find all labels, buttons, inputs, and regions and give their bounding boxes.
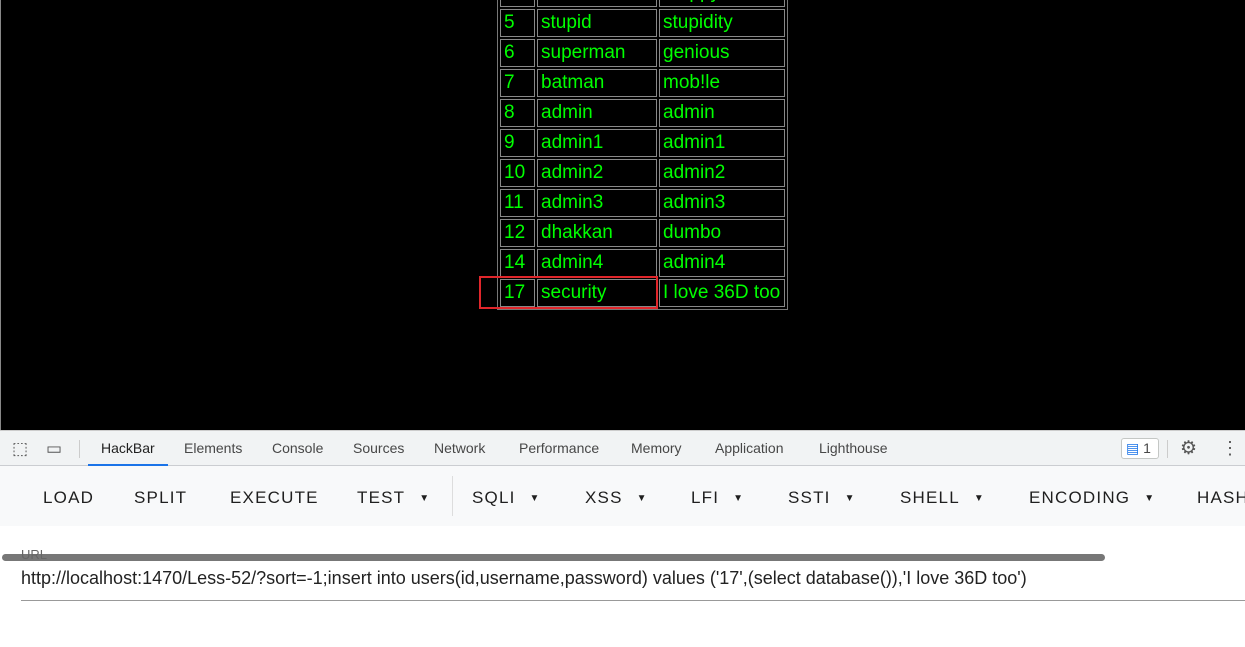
ssti-button[interactable]: SSTI ▼ — [788, 488, 856, 508]
horizontal-scrollbar[interactable] — [2, 554, 1105, 561]
password-cell: crappy — [659, 0, 785, 7]
table-row: 8 admin admin — [500, 99, 785, 127]
username-cell: dhakkan — [537, 219, 657, 247]
tab-elements[interactable]: Elements — [184, 431, 242, 466]
dropdown-caret-icon: ▼ — [419, 493, 431, 505]
password-cell: mob!le — [659, 69, 785, 97]
issues-badge[interactable]: ▤ 1 — [1121, 438, 1159, 459]
id-cell: 5 — [500, 9, 535, 37]
tab-memory[interactable]: Memory — [631, 431, 682, 466]
table-row: 5 stupid stupidity — [500, 9, 785, 37]
dropdown-caret-icon: ▼ — [844, 493, 856, 505]
username-cell: admin — [537, 99, 657, 127]
xss-button[interactable]: XSS ▼ — [585, 488, 648, 508]
username-cell: stupid — [537, 9, 657, 37]
password-cell: stupidity — [659, 9, 785, 37]
sqli-button[interactable]: SQLI ▼ — [472, 488, 541, 508]
split-button[interactable]: SPLIT — [134, 488, 187, 508]
url-label: URL — [21, 547, 48, 562]
table-row: 11 admin3 admin3 — [500, 189, 785, 217]
web-page: 4securecrappy5stupidstupidity6supermange… — [0, 0, 1245, 430]
table-row: 12 dhakkan dumbo — [500, 219, 785, 247]
id-cell: 4 — [500, 0, 535, 7]
users-table: 4securecrappy5stupidstupidity6supermange… — [497, 0, 788, 310]
message-icon: ▤ — [1126, 440, 1140, 456]
dropdown-caret-icon: ▼ — [529, 493, 541, 505]
id-cell: 7 — [500, 69, 535, 97]
password-cell: genious — [659, 39, 785, 67]
username-cell: admin2 — [537, 159, 657, 187]
id-cell: 12 — [500, 219, 535, 247]
dropdown-caret-icon: ▼ — [1144, 493, 1156, 505]
tab-network[interactable]: Network — [434, 431, 485, 466]
username-cell: admin4 — [537, 249, 657, 277]
password-cell: admin3 — [659, 189, 785, 217]
dropdown-caret-icon: ▼ — [733, 493, 745, 505]
id-cell: 14 — [500, 249, 535, 277]
execute-button[interactable]: EXECUTE — [230, 488, 319, 508]
username-cell: admin3 — [537, 189, 657, 217]
tab-hackbar[interactable]: HackBar — [88, 431, 168, 466]
table-row: 6 superman genious — [500, 39, 785, 67]
id-cell: 9 — [500, 129, 535, 157]
id-cell: 10 — [500, 159, 535, 187]
password-cell: admin4 — [659, 249, 785, 277]
tab-performance[interactable]: Performance — [519, 431, 599, 466]
devtools-tabbar: ⬚ ▭ HackBar Elements Console Sources Network… — [0, 431, 1245, 466]
username-cell: batman — [537, 69, 657, 97]
password-cell: I love 36D too — [659, 279, 785, 307]
password-cell: admin2 — [659, 159, 785, 187]
id-cell: 8 — [500, 99, 535, 127]
tab-console[interactable]: Console — [272, 431, 323, 466]
url-input[interactable]: http://localhost:1470/Less-52/?sort=-1;i… — [21, 568, 1027, 589]
dropdown-caret-icon: ▼ — [636, 493, 648, 505]
table-row: 9 admin1 admin1 — [500, 129, 785, 157]
table-row: 10 admin2 admin2 — [500, 159, 785, 187]
username-cell: admin1 — [537, 129, 657, 157]
tab-lighthouse[interactable]: Lighthouse — [819, 431, 888, 466]
tab-application[interactable]: Application — [715, 431, 784, 466]
hackbar-toolbar: LOAD SPLIT EXECUTE TEST ▼ SQLI ▼ XSS ▼ LFI ▼ SSTI ▼ S… — [0, 466, 1245, 561]
settings-gear-icon[interactable]: ⚙ — [1180, 431, 1197, 466]
hash-button[interactable]: HASH — [1197, 488, 1245, 508]
more-options-icon[interactable]: ⋮ — [1221, 431, 1239, 466]
load-button[interactable]: LOAD — [43, 488, 94, 508]
id-cell: 11 — [500, 189, 535, 217]
table-row: 4securecrappy — [500, 0, 785, 7]
password-cell: admin1 — [659, 129, 785, 157]
username-cell: secure — [537, 0, 657, 7]
table-row: 14 admin4 admin4 — [500, 249, 785, 277]
table-row: 7 batman mob!le — [500, 69, 785, 97]
encoding-button[interactable]: ENCODING ▼ — [1029, 488, 1155, 508]
id-cell: 6 — [500, 39, 535, 67]
username-cell: superman — [537, 39, 657, 67]
device-toolbar-icon[interactable]: ▭ — [46, 431, 62, 466]
tab-sources[interactable]: Sources — [353, 431, 404, 466]
password-cell: dumbo — [659, 219, 785, 247]
lfi-button[interactable]: LFI ▼ — [691, 488, 744, 508]
inspect-element-icon[interactable]: ⬚ — [12, 431, 28, 466]
dropdown-caret-icon: ▼ — [973, 493, 985, 505]
highlight-box — [479, 276, 658, 309]
devtools-panel: ⬚ ▭ HackBar Elements Console Sources Network… — [0, 430, 1245, 647]
password-cell: admin — [659, 99, 785, 127]
test-button[interactable]: TEST ▼ — [357, 488, 430, 508]
shell-button[interactable]: SHELL ▼ — [900, 488, 985, 508]
